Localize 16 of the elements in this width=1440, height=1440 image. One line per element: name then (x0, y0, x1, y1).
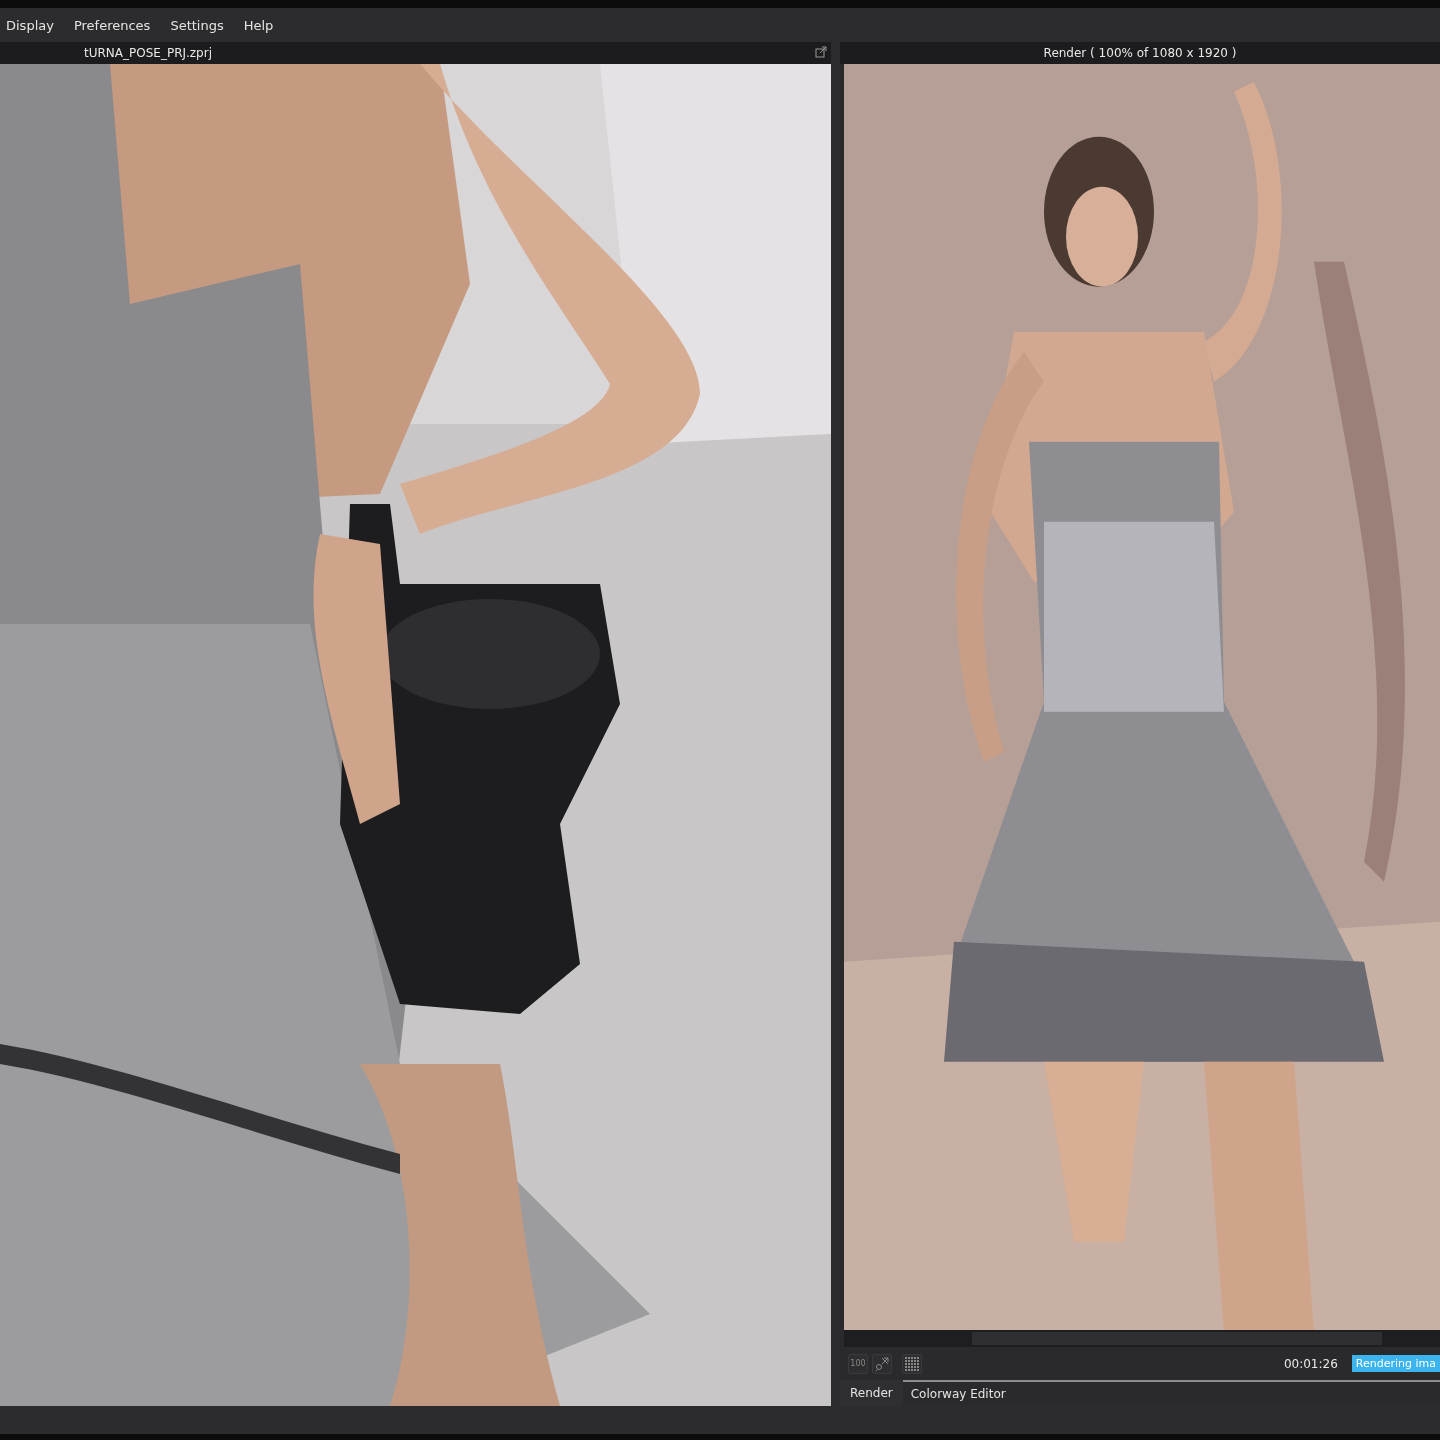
fit-view-button[interactable] (872, 1353, 892, 1374)
grid-icon (905, 1356, 919, 1371)
menu-item[interactable]: Display (4, 17, 64, 33)
zoom-actual-button[interactable]: 100 (848, 1353, 868, 1374)
menu-item[interactable]: Settings (168, 17, 234, 33)
fit-icon (875, 1356, 889, 1371)
popout-icon[interactable] (815, 46, 827, 58)
tab[interactable]: Render (840, 1380, 903, 1406)
elapsed-time: 00:01:26 (1283, 1356, 1338, 1371)
tab[interactable]: Colorway Editor (902, 1382, 1014, 1406)
menu-item[interactable]: Preferences (71, 17, 161, 33)
status-badge: Rendering ima (1351, 1355, 1440, 1373)
render-title: Render ( 100% of 1080 x 1920 ) (1043, 45, 1237, 60)
grid-button[interactable] (902, 1353, 922, 1374)
menu-item[interactable]: Help (241, 17, 284, 33)
project-title: tURNA_POSE_PRJ.zprj (84, 46, 212, 60)
